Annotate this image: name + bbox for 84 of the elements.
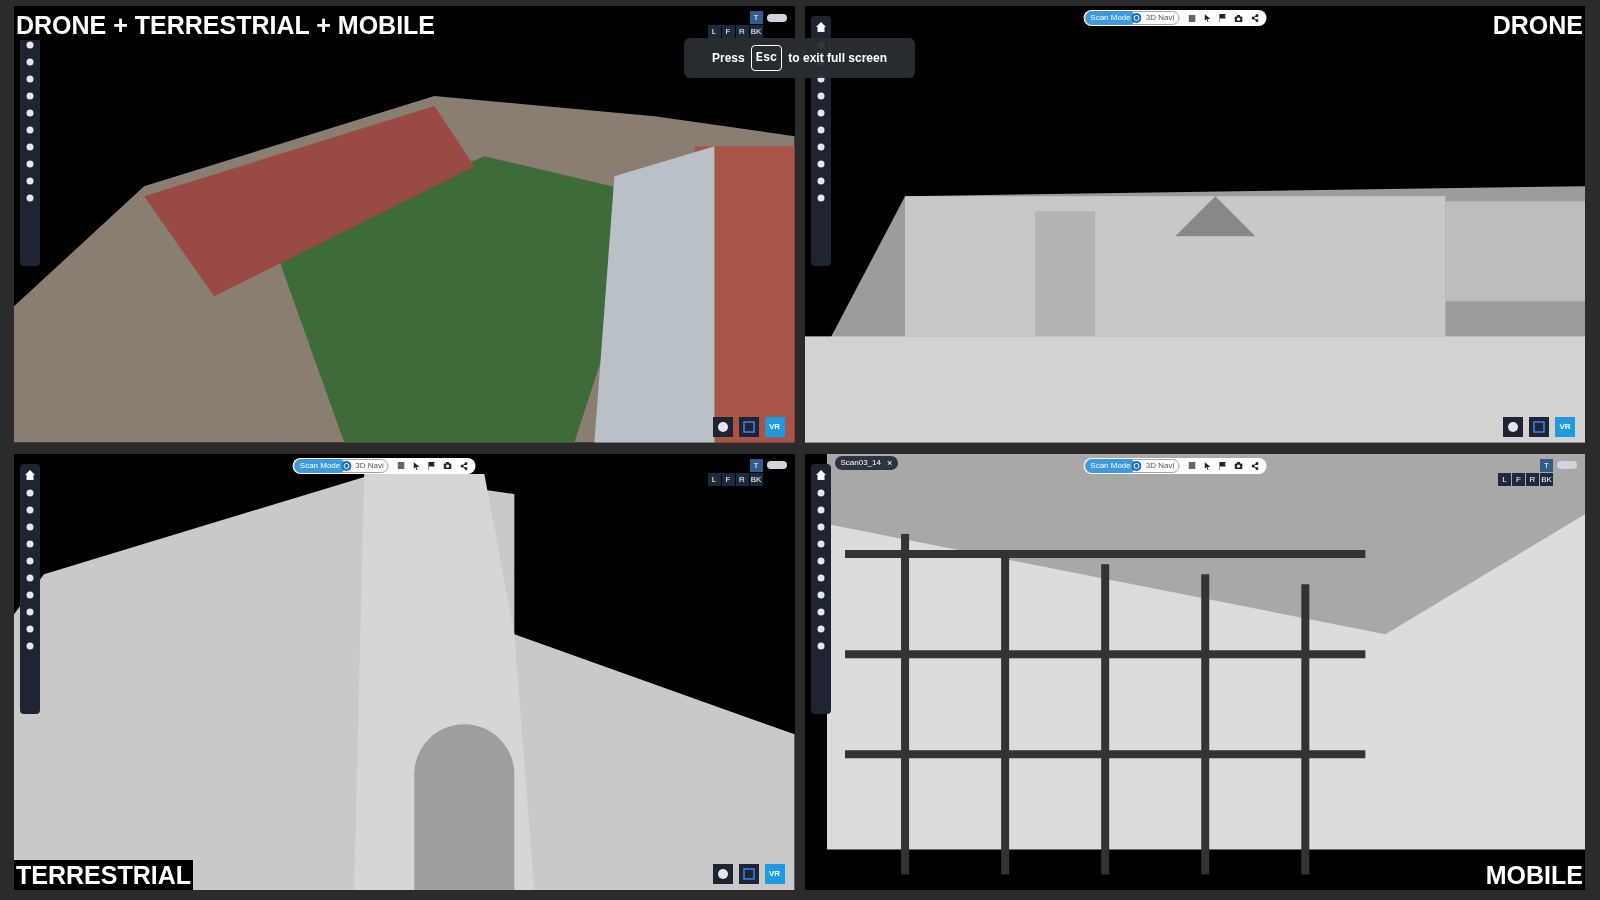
tool-dot-icon[interactable] <box>26 92 34 100</box>
tool-dot-icon[interactable] <box>26 573 34 582</box>
camera-icon[interactable] <box>1234 14 1243 22</box>
tool-dot-icon[interactable] <box>26 522 34 531</box>
view-cube-face[interactable]: L <box>707 25 721 38</box>
tool-dot-icon[interactable] <box>26 539 34 548</box>
tool-dot-icon[interactable] <box>816 177 825 185</box>
share-icon[interactable] <box>460 461 468 470</box>
tool-dot-icon[interactable] <box>26 505 34 514</box>
toggle-icon[interactable] <box>1131 13 1142 23</box>
tool-dot-icon[interactable] <box>816 143 825 151</box>
scan-name: Scan03_14 <box>840 456 881 469</box>
tool-dot-icon[interactable] <box>816 109 825 117</box>
panel-label: TERRESTRIAL <box>14 860 193 890</box>
view-cube-face[interactable]: R <box>735 25 749 38</box>
tool-dot-icon[interactable] <box>816 624 825 633</box>
flag-icon[interactable] <box>1219 14 1226 22</box>
tool-dot-icon[interactable] <box>26 109 34 117</box>
view-cube-face[interactable]: BK <box>749 472 763 486</box>
tool-dot-icon[interactable] <box>26 624 34 633</box>
tool-dot-icon[interactable] <box>26 607 34 616</box>
tool-dot-icon[interactable] <box>816 607 825 616</box>
navi-mode-button[interactable]: 3D Navi <box>351 458 388 473</box>
tool-dot-icon[interactable] <box>26 58 34 66</box>
tool-dot-icon[interactable] <box>26 641 34 650</box>
flag-icon[interactable] <box>428 461 435 470</box>
tool-dot-icon[interactable] <box>816 505 825 514</box>
tool-dot-icon[interactable] <box>816 556 825 565</box>
tool-dot-icon[interactable] <box>816 590 825 599</box>
tool-dot-icon[interactable] <box>816 641 825 650</box>
flag-icon[interactable] <box>1219 461 1226 470</box>
share-icon[interactable] <box>1251 14 1259 22</box>
layers-icon[interactable] <box>712 864 733 884</box>
frame-icon[interactable] <box>1529 416 1549 437</box>
tool-dot-icon[interactable] <box>816 160 825 168</box>
share-icon[interactable] <box>1251 461 1259 470</box>
notice-text: to exit full screen <box>788 50 887 67</box>
view-pill <box>766 13 787 22</box>
camera-icon[interactable] <box>1234 462 1243 469</box>
view-cube-face[interactable]: L <box>707 472 721 486</box>
view-cube-face[interactable]: T <box>749 458 763 472</box>
tool-dot-icon[interactable] <box>26 75 34 83</box>
tool-dot-icon[interactable] <box>26 126 34 134</box>
cursor-icon[interactable] <box>1204 461 1211 470</box>
tool-dot-icon[interactable] <box>26 177 34 185</box>
notice-text: Press <box>712 50 745 67</box>
tool-dot-icon[interactable] <box>26 488 34 497</box>
grid-icon[interactable] <box>1188 462 1196 469</box>
view-cube-face[interactable]: F <box>721 472 735 486</box>
camera-icon[interactable] <box>443 462 452 469</box>
cursor-icon[interactable] <box>1204 14 1211 22</box>
home-icon[interactable] <box>25 469 35 480</box>
grid-icon[interactable] <box>1188 14 1196 22</box>
home-icon[interactable] <box>815 22 826 32</box>
grid-icon[interactable] <box>397 462 405 469</box>
tool-dot-icon[interactable] <box>26 590 34 599</box>
home-icon[interactable] <box>815 469 826 480</box>
tool-dot-icon[interactable] <box>26 143 34 151</box>
navi-mode-button[interactable]: 3D Navi <box>1141 458 1179 473</box>
navi-mode-button[interactable]: 3D Navi <box>1141 11 1179 25</box>
view-cube-face[interactable]: T <box>749 11 763 24</box>
view-pill <box>1557 461 1577 469</box>
toggle-icon[interactable] <box>341 460 352 471</box>
view-cube-face[interactable]: R <box>735 472 749 486</box>
tool-dot-icon[interactable] <box>816 126 825 134</box>
tool-dot-icon[interactable] <box>26 160 34 168</box>
layers-icon[interactable] <box>1503 416 1523 437</box>
frame-icon[interactable] <box>738 864 759 884</box>
view-cube-face[interactable]: BK <box>749 25 763 38</box>
tool-dot-icon[interactable] <box>26 194 34 202</box>
tool-dot-icon[interactable] <box>816 573 825 582</box>
tool-dot-icon[interactable] <box>26 41 34 49</box>
view-pill <box>766 461 787 469</box>
view-cube-face[interactable]: F <box>721 25 735 38</box>
tool-dot-icon[interactable] <box>26 556 34 565</box>
toggle-icon[interactable] <box>1131 460 1142 471</box>
cursor-icon[interactable] <box>413 461 420 470</box>
esc-key: Esc <box>750 45 783 71</box>
tool-dot-icon[interactable] <box>816 539 825 548</box>
tool-dot-icon[interactable] <box>816 92 825 100</box>
tool-dot-icon[interactable] <box>816 194 825 202</box>
tool-dot-icon[interactable] <box>816 522 825 531</box>
close-button[interactable]: × <box>887 456 893 469</box>
tool-dot-icon[interactable] <box>816 488 825 497</box>
